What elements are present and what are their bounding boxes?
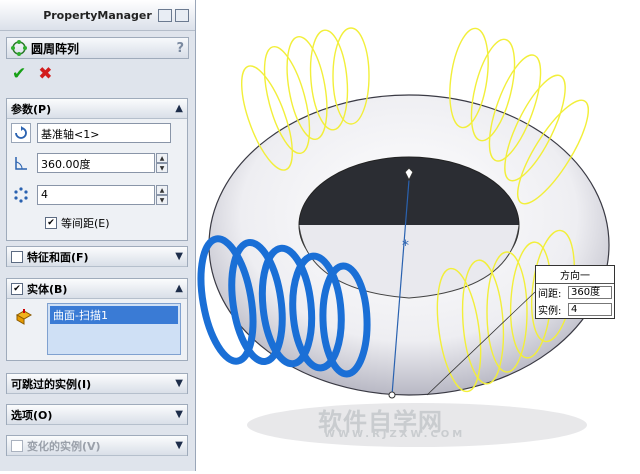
options-group: 选项(O) ▼ <box>6 404 188 425</box>
options-title: 选项(O) <box>11 408 53 422</box>
pin-icon[interactable] <box>175 9 189 22</box>
equal-spacing-checkbox[interactable]: ✔ <box>45 217 57 229</box>
bodies-list-item[interactable]: 曲面-扫描1 <box>50 306 178 324</box>
parameters-group-header[interactable]: 参数(P) ▲ <box>7 99 187 119</box>
callout-instances-row: 实例: 4 <box>536 301 614 318</box>
ok-button[interactable]: ✔ <box>12 64 26 84</box>
varied-instances-title: 变化的实例(V) <box>27 439 101 453</box>
angle-input[interactable]: 360.00度 <box>37 153 155 173</box>
features-faces-group: 特征和面(F) ▼ <box>6 246 188 267</box>
callout-title: 方向一 <box>536 266 614 284</box>
varied-instances-checkbox[interactable] <box>11 439 23 452</box>
cancel-button[interactable]: ✖ <box>38 64 52 84</box>
angle-spinner[interactable]: ▲ ▼ <box>156 153 168 173</box>
features-faces-header[interactable]: 特征和面(F) ▼ <box>7 247 187 267</box>
parameters-group-title: 参数(P) <box>11 102 52 116</box>
property-manager-panel: PropertyManager 圆周阵列 ? ✔ ✖ 参数(P) ▲ 基准轴<1… <box>0 0 196 471</box>
options-header[interactable]: 选项(O) ▼ <box>7 405 187 425</box>
features-faces-title: 特征和面(F) <box>27 250 89 264</box>
bodies-header[interactable]: ✔ 实体(B) ▲ <box>7 279 187 299</box>
rotate-direction-icon[interactable] <box>11 123 31 143</box>
chevron-down-icon[interactable]: ▼ <box>175 378 183 389</box>
pm-header-icons <box>158 9 189 22</box>
parameters-group: 参数(P) ▲ 基准轴<1> 360.00度 ▲ ▼ 4 ▲ ▼ ✔ 等间距(E) <box>6 98 188 241</box>
feature-title: 圆周阵列 <box>31 41 80 56</box>
bodies-group: ✔ 实体(B) ▲ 曲面-扫描1 <box>6 278 188 361</box>
instances-spinner[interactable]: ▲ ▼ <box>156 185 168 205</box>
skip-instances-title: 可跳过的实例(I) <box>11 377 92 391</box>
watermark-url: WWW.RJZXW.COM <box>324 429 466 440</box>
chevron-up-icon[interactable]: ▲ <box>175 103 183 114</box>
callout-spacing-row: 间距: 360度 <box>536 284 614 301</box>
graphics-viewport[interactable]: * <box>197 0 640 471</box>
circular-pattern-icon <box>11 40 27 56</box>
callout-instances-value[interactable]: 4 <box>568 303 612 316</box>
features-faces-checkbox[interactable] <box>11 250 23 263</box>
bodies-checkbox[interactable]: ✔ <box>11 282 23 295</box>
direction-callout[interactable]: 方向一 间距: 360度 实例: 4 <box>535 265 615 319</box>
feature-header: 圆周阵列 ? <box>6 37 189 59</box>
instances-input[interactable]: 4 <box>37 185 155 205</box>
axis-field[interactable]: 基准轴<1> <box>37 123 171 143</box>
varied-instances-group: 变化的实例(V) ▼ <box>6 435 188 456</box>
chevron-down-icon[interactable]: ▼ <box>175 440 183 451</box>
callout-instances-label: 实例: <box>538 306 562 317</box>
property-manager-title: PropertyManager <box>43 8 152 22</box>
instances-icon <box>11 185 31 205</box>
axis-row: 基准轴<1> <box>11 123 171 143</box>
chevron-up-icon[interactable]: ▲ <box>175 283 183 294</box>
chevron-down-icon[interactable]: ▼ <box>175 251 183 262</box>
callout-spacing-label: 间距: <box>538 289 562 300</box>
help-button[interactable]: ? <box>176 41 184 56</box>
callout-spacing-value[interactable]: 360度 <box>568 286 612 299</box>
skip-instances-header[interactable]: 可跳过的实例(I) ▼ <box>7 374 187 394</box>
equal-spacing-row: ✔ 等间距(E) <box>45 215 110 231</box>
bodies-listbox[interactable]: 曲面-扫描1 <box>47 303 181 355</box>
property-manager-header: PropertyManager <box>0 0 195 31</box>
equal-spacing-label: 等间距(E) <box>61 217 110 230</box>
collapse-icon[interactable] <box>158 9 172 22</box>
instances-row: 4 ▲ ▼ <box>11 185 168 205</box>
skip-instances-group: 可跳过的实例(I) ▼ <box>6 373 188 394</box>
axis-marker-icon: * <box>402 238 409 254</box>
chevron-down-icon[interactable]: ▼ <box>175 409 183 420</box>
angle-row: 360.00度 ▲ ▼ <box>11 153 168 173</box>
axis-endpoint[interactable] <box>388 391 396 399</box>
bodies-select-icon <box>15 307 33 328</box>
varied-instances-header[interactable]: 变化的实例(V) ▼ <box>7 436 187 456</box>
model-view[interactable]: * <box>197 0 640 471</box>
bodies-title: 实体(B) <box>27 282 68 296</box>
ok-cancel-bar: ✔ ✖ <box>0 59 195 89</box>
angle-icon <box>11 153 31 173</box>
